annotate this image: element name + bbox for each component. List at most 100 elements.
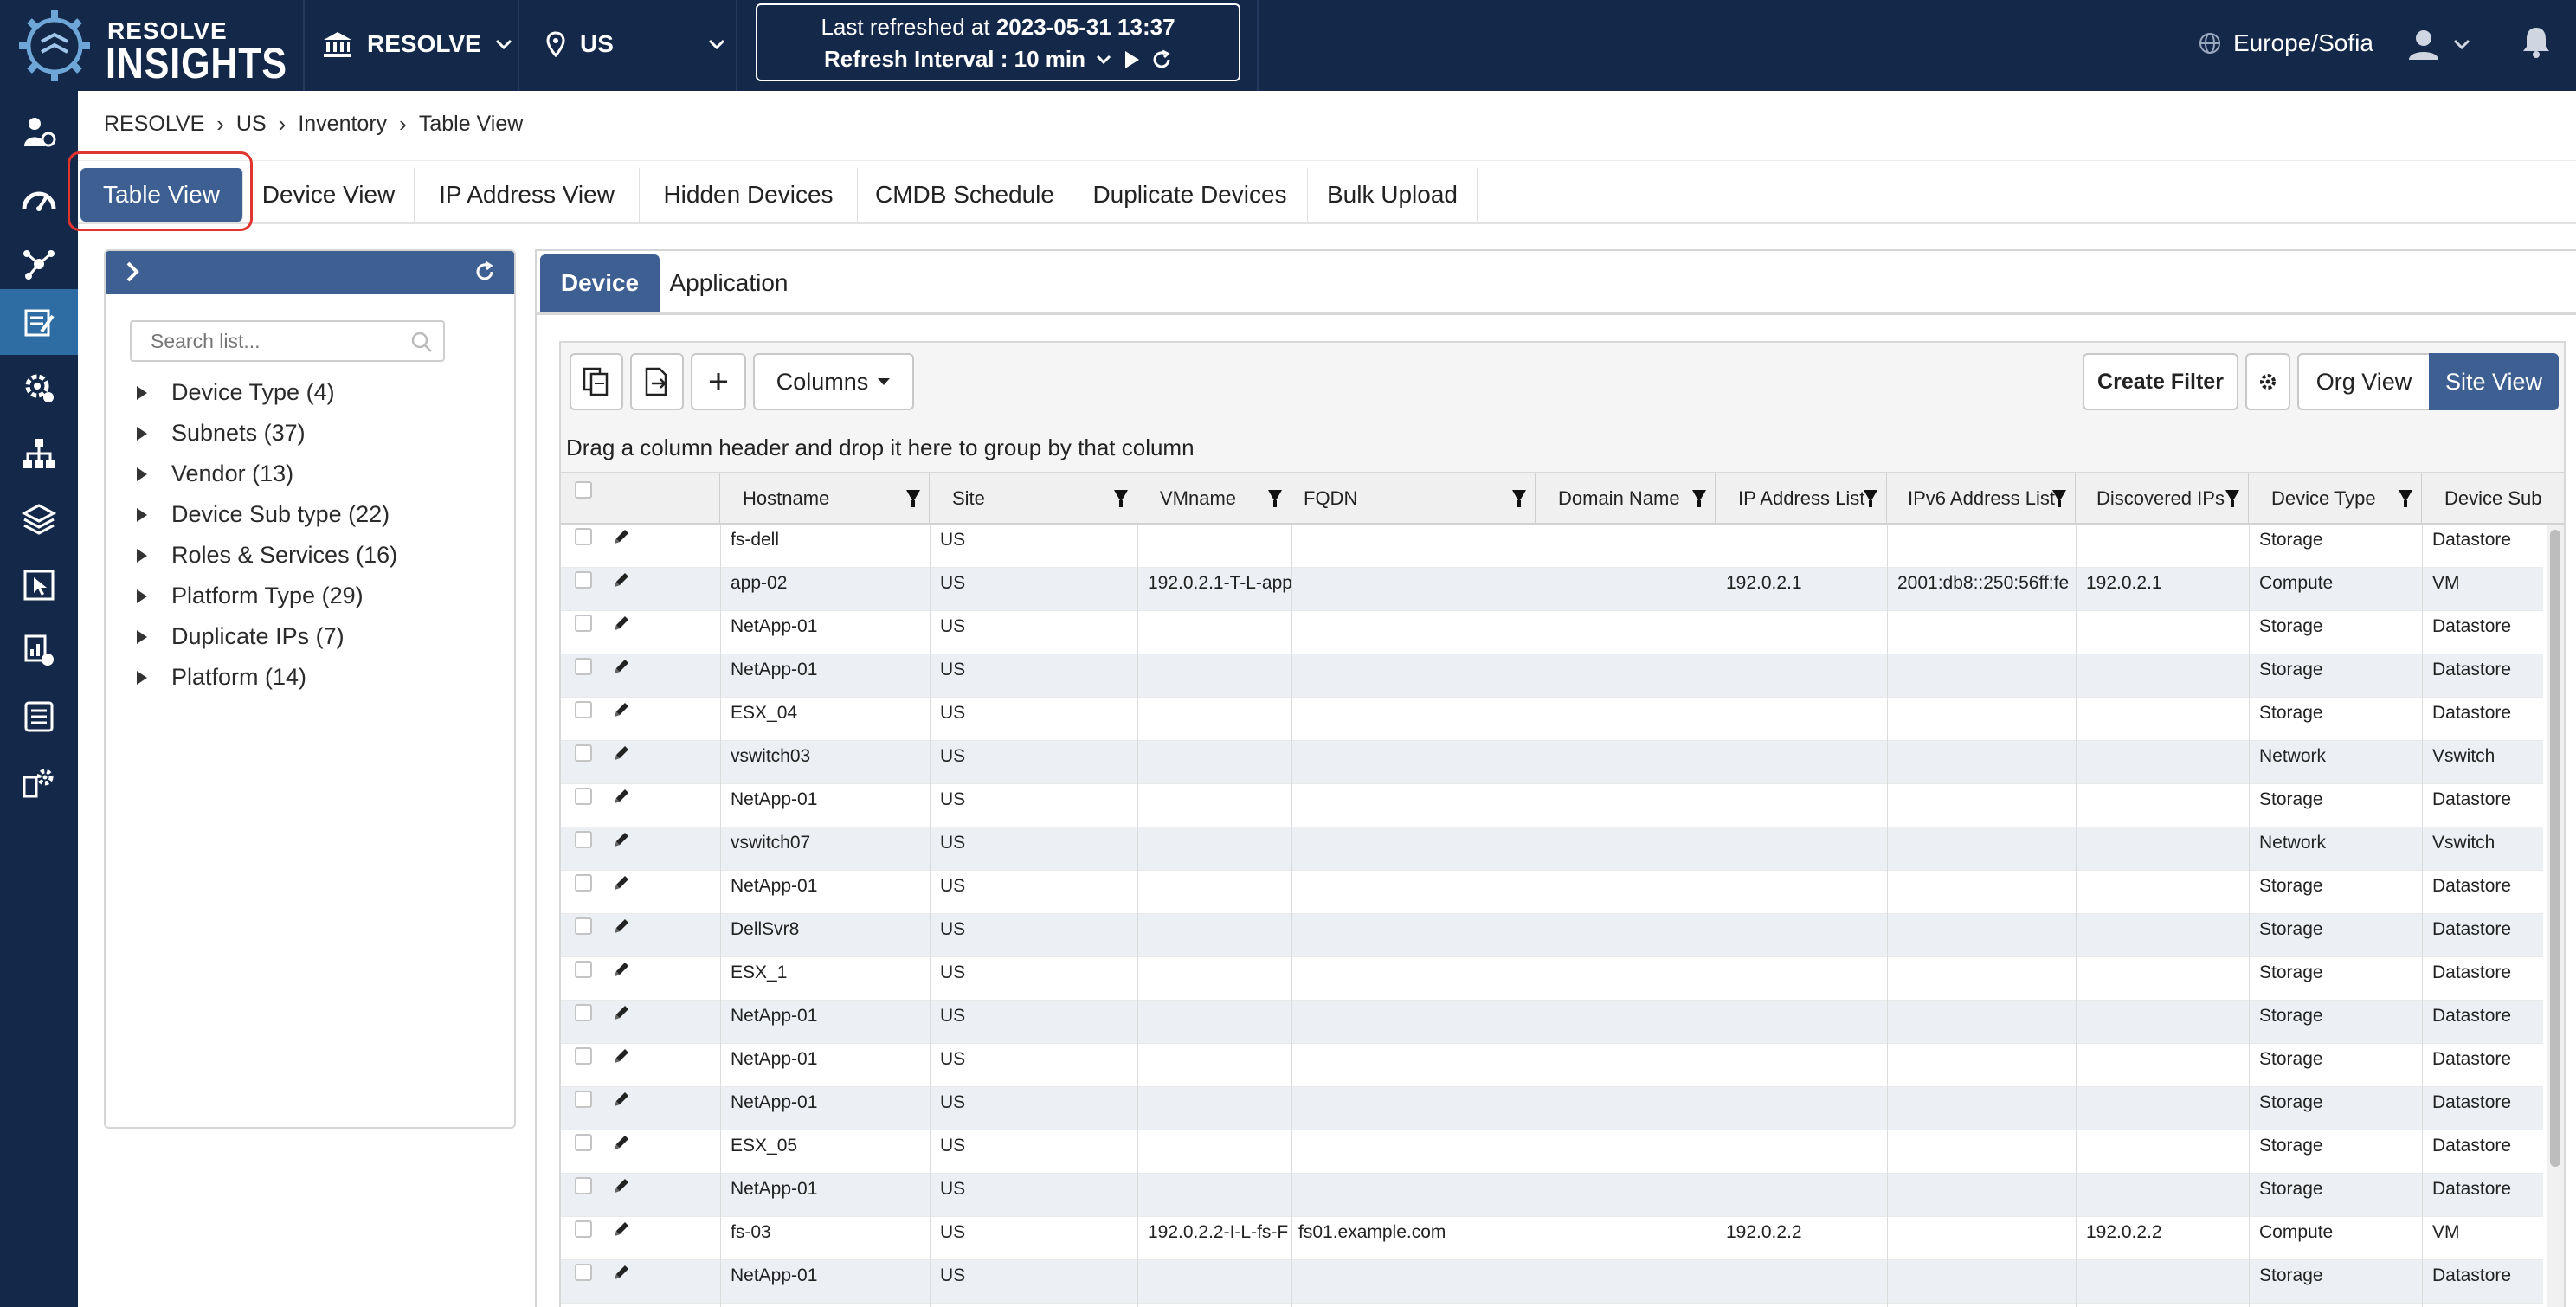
edit-pencil-icon[interactable] xyxy=(611,959,632,980)
edit-pencil-icon[interactable] xyxy=(611,1262,632,1283)
edit-pencil-icon[interactable] xyxy=(611,1089,632,1110)
filter-icon[interactable] xyxy=(1864,490,1877,507)
tree-search-input[interactable] xyxy=(130,320,445,362)
filter-icon[interactable] xyxy=(2225,490,2239,507)
tab-duplicate-devices[interactable]: Duplicate Devices xyxy=(1072,168,1308,222)
table-row[interactable]: NetApp-01 US Storage Datastore xyxy=(561,611,2543,654)
header-discovered-ips[interactable]: Discovered IPs xyxy=(2076,473,2249,525)
org-view-button[interactable]: Org View xyxy=(2297,353,2431,410)
row-checkbox[interactable] xyxy=(575,528,592,545)
header-hostname[interactable]: Hostname xyxy=(720,473,930,525)
table-row[interactable]: ESX_04 US Storage Datastore xyxy=(561,698,2543,741)
rail-list[interactable] xyxy=(0,684,78,750)
row-checkbox[interactable] xyxy=(575,658,592,675)
row-checkbox[interactable] xyxy=(575,1004,592,1021)
chevron-down-icon[interactable] xyxy=(1096,55,1111,65)
create-filter-button[interactable]: Create Filter xyxy=(2083,353,2238,410)
header-vmname[interactable]: VMname xyxy=(1137,473,1291,525)
filter-icon[interactable] xyxy=(1114,490,1128,507)
rail-dashboard[interactable] xyxy=(0,165,78,231)
add-button[interactable] xyxy=(691,353,746,410)
rail-settings[interactable] xyxy=(0,750,78,815)
table-row[interactable]: fs-dell US Storage Datastore xyxy=(561,525,2543,568)
header-domain-name[interactable]: Domain Name xyxy=(1536,473,1716,525)
tab-ip-address-view[interactable]: IP Address View xyxy=(415,168,640,222)
filter-icon[interactable] xyxy=(2052,490,2066,507)
filter-icon[interactable] xyxy=(2399,490,2412,507)
filter-icon[interactable] xyxy=(906,490,920,507)
edit-pencil-icon[interactable] xyxy=(611,743,632,763)
table-row[interactable]: NetApp-01 US Storage Datastore xyxy=(561,1087,2543,1130)
region-selector[interactable]: US xyxy=(545,23,725,66)
row-checkbox[interactable] xyxy=(575,1264,592,1281)
refresh-interval-selector[interactable]: Refresh Interval : 10 min xyxy=(824,46,1085,73)
edit-pencil-icon[interactable] xyxy=(611,656,632,677)
table-row[interactable]: ESX_1 US Storage Datastore xyxy=(561,957,2543,1001)
notifications-bell[interactable] xyxy=(2521,24,2552,63)
header-fqdn[interactable]: FQDN xyxy=(1291,473,1536,525)
header-device-sub[interactable]: Device Sub xyxy=(2422,473,2564,525)
tree-item-device-type[interactable]: Device Type (4) xyxy=(133,372,397,413)
row-checkbox[interactable] xyxy=(575,615,592,632)
scrollbar-thumb[interactable] xyxy=(2550,530,2560,1167)
row-checkbox[interactable] xyxy=(575,917,592,935)
tree-item-vendor[interactable]: Vendor (13) xyxy=(133,454,397,494)
row-checkbox[interactable] xyxy=(575,831,592,848)
header-ipv6-address-list[interactable]: IPv6 Address List xyxy=(1887,473,2076,525)
table-scrollbar[interactable] xyxy=(2547,525,2564,1307)
edit-pencil-icon[interactable] xyxy=(611,613,632,634)
table-row[interactable]: NetApp-01 US Storage Datastore xyxy=(561,1001,2543,1044)
row-checkbox[interactable] xyxy=(575,701,592,718)
tab-cmdb-schedule[interactable]: CMDB Schedule xyxy=(858,168,1072,222)
timezone-selector[interactable]: Europe/Sofia xyxy=(2199,26,2373,61)
table-row[interactable]: NetApp-01 US Storage Datastore xyxy=(561,654,2543,698)
grid-settings-button[interactable] xyxy=(2245,353,2290,410)
edit-pencil-icon[interactable] xyxy=(611,570,632,590)
edit-pencil-icon[interactable] xyxy=(611,1132,632,1153)
row-checkbox[interactable] xyxy=(575,1177,592,1194)
rail-reports[interactable] xyxy=(0,618,78,684)
table-row[interactable]: NetApp-01 US Storage Datastore xyxy=(561,871,2543,914)
edit-pencil-icon[interactable] xyxy=(611,1002,632,1023)
edit-pencil-icon[interactable] xyxy=(611,1175,632,1196)
edit-pencil-icon[interactable] xyxy=(611,916,632,937)
row-checkbox[interactable] xyxy=(575,1091,592,1108)
tree-item-platform[interactable]: Platform (14) xyxy=(133,657,397,698)
header-device-type[interactable]: Device Type xyxy=(2249,473,2422,525)
site-view-button[interactable]: Site View xyxy=(2429,353,2559,410)
select-all-checkbox[interactable] xyxy=(575,481,592,499)
edit-pencil-icon[interactable] xyxy=(611,1046,632,1066)
edit-pencil-icon[interactable] xyxy=(611,872,632,893)
tab-device[interactable]: Device xyxy=(540,254,660,312)
breadcrumb-inventory[interactable]: Inventory xyxy=(298,112,387,137)
header-select-all[interactable] xyxy=(561,473,720,525)
refresh-icon[interactable] xyxy=(1151,49,1172,70)
org-selector[interactable]: RESOLVE xyxy=(322,23,512,66)
tab-device-view[interactable]: Device View xyxy=(243,168,415,222)
row-checkbox[interactable] xyxy=(575,1220,592,1238)
row-checkbox[interactable] xyxy=(575,788,592,805)
rail-automation[interactable] xyxy=(0,355,78,421)
rail-network[interactable] xyxy=(0,421,78,486)
rail-topology[interactable] xyxy=(0,231,78,297)
tab-hidden-devices[interactable]: Hidden Devices xyxy=(640,168,858,222)
chevron-right-icon[interactable] xyxy=(123,260,144,284)
tree-item-device-sub-type[interactable]: Device Sub type (22) xyxy=(133,494,397,535)
filter-icon[interactable] xyxy=(1512,490,1526,507)
table-row[interactable]: NetApp-01 US Storage Datastore xyxy=(561,1260,2543,1304)
table-row[interactable]: app-02 US 192.0.2.1-T-L-app 192.0.2.1 2001:d… xyxy=(561,568,2543,611)
table-row[interactable]: NetApp-01 US Storage Datastore xyxy=(561,784,2543,827)
header-site[interactable]: Site xyxy=(930,473,1137,525)
rail-operators[interactable] xyxy=(0,100,78,165)
user-menu[interactable] xyxy=(2406,23,2470,66)
copy-button[interactable] xyxy=(570,353,623,410)
tree-item-subnets[interactable]: Subnets (37) xyxy=(133,413,397,454)
filter-icon[interactable] xyxy=(1692,490,1706,507)
row-checkbox[interactable] xyxy=(575,1047,592,1065)
table-row[interactable]: ESX_05 US Storage Datastore xyxy=(561,1130,2543,1174)
table-row[interactable]: DellSvr8 US Storage Datastore xyxy=(561,914,2543,957)
tree-item-roles-services[interactable]: Roles & Services (16) xyxy=(133,535,397,576)
table-row[interactable]: fs-03 US 192.0.2.2-I-L-fs-F fs01.example.co… xyxy=(561,1217,2543,1260)
app-logo[interactable]: RESOLVE INSIGHTS xyxy=(16,7,287,87)
table-row[interactable]: NetApp-01 US Storage Datastore xyxy=(561,1044,2543,1087)
